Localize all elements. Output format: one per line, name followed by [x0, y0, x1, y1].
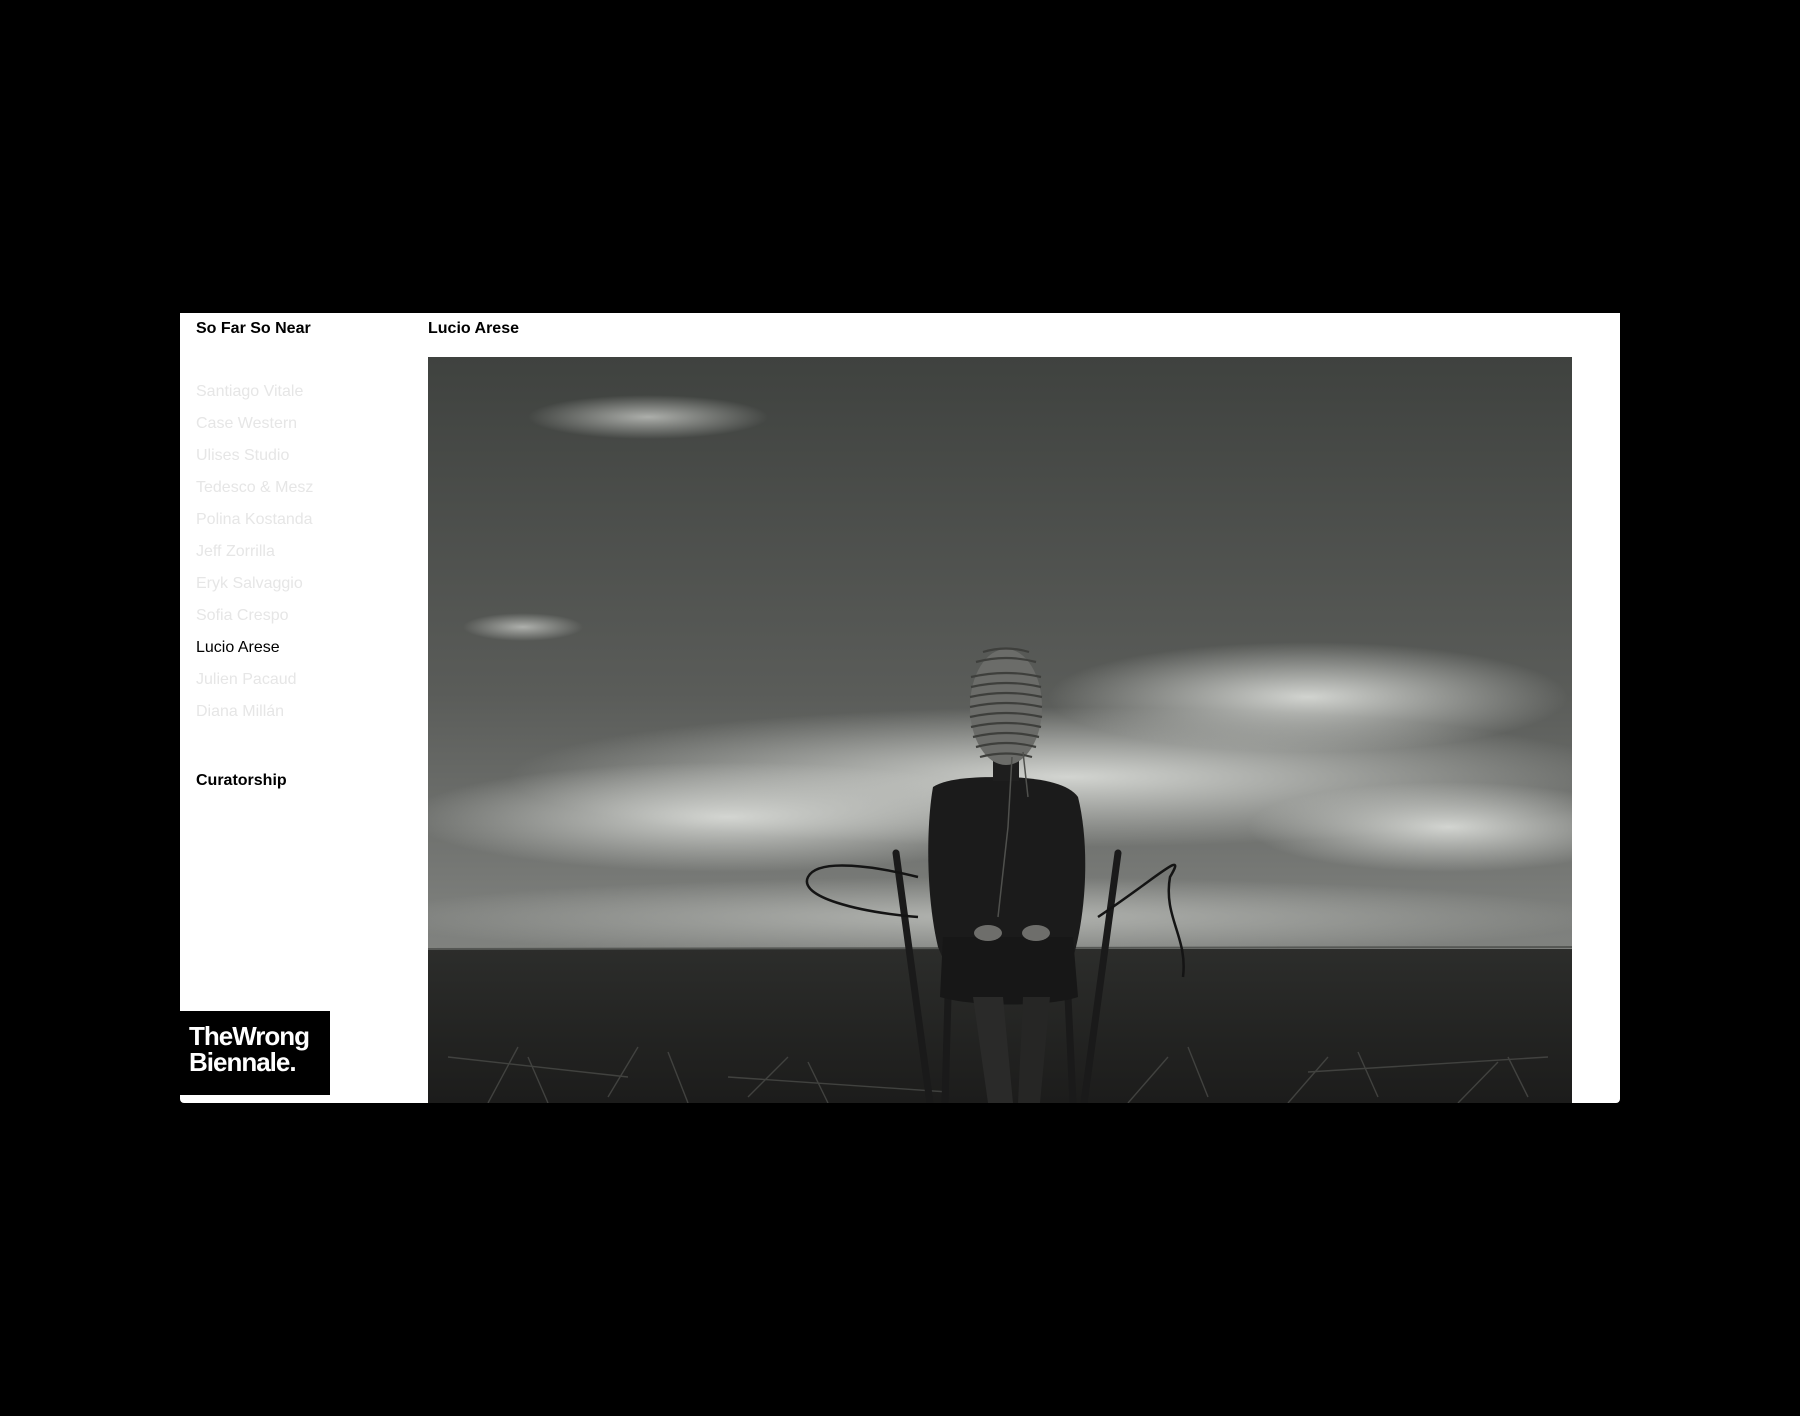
artwork-image[interactable]	[428, 357, 1572, 1103]
artist-list: Santiago Vitale Case Western Ulises Stud…	[196, 383, 313, 735]
sidebar-item-sofia-crespo[interactable]: Sofia Crespo	[196, 607, 313, 639]
sidebar-item-lucio-arese[interactable]: Lucio Arese	[196, 639, 313, 671]
artwork-illustration	[428, 357, 1572, 1103]
logo-line-1: TheWrong	[189, 1021, 310, 1051]
sidebar-item-tedesco-mesz[interactable]: Tedesco & Mesz	[196, 479, 313, 511]
sidebar-item-santiago-vitale[interactable]: Santiago Vitale	[196, 383, 313, 415]
sidebar-item-case-western[interactable]: Case Western	[196, 415, 313, 447]
sidebar-item-diana-millan[interactable]: Diana Millán	[196, 703, 313, 735]
sidebar-item-ulises-studio[interactable]: Ulises Studio	[196, 447, 313, 479]
sidebar-item-polina-kostanda[interactable]: Polina Kostanda	[196, 511, 313, 543]
wrong-biennale-logo[interactable]: TheWrong Biennale.	[180, 1011, 330, 1095]
logo-line-2: Biennale.	[189, 1047, 297, 1077]
main-content: Lucio Arese	[428, 313, 1620, 1103]
artwork-title: Lucio Arese	[428, 320, 519, 337]
curatorship-link[interactable]: Curatorship	[196, 772, 287, 790]
content-panel: So Far So Near Santiago Vitale Case West…	[180, 313, 1620, 1103]
sidebar-item-jeff-zorrilla[interactable]: Jeff Zorrilla	[196, 543, 313, 575]
site-title[interactable]: So Far So Near	[196, 320, 311, 338]
sidebar: So Far So Near Santiago Vitale Case West…	[180, 313, 428, 1103]
sidebar-item-julien-pacaud[interactable]: Julien Pacaud	[196, 671, 313, 703]
sidebar-item-eryk-salvaggio[interactable]: Eryk Salvaggio	[196, 575, 313, 607]
